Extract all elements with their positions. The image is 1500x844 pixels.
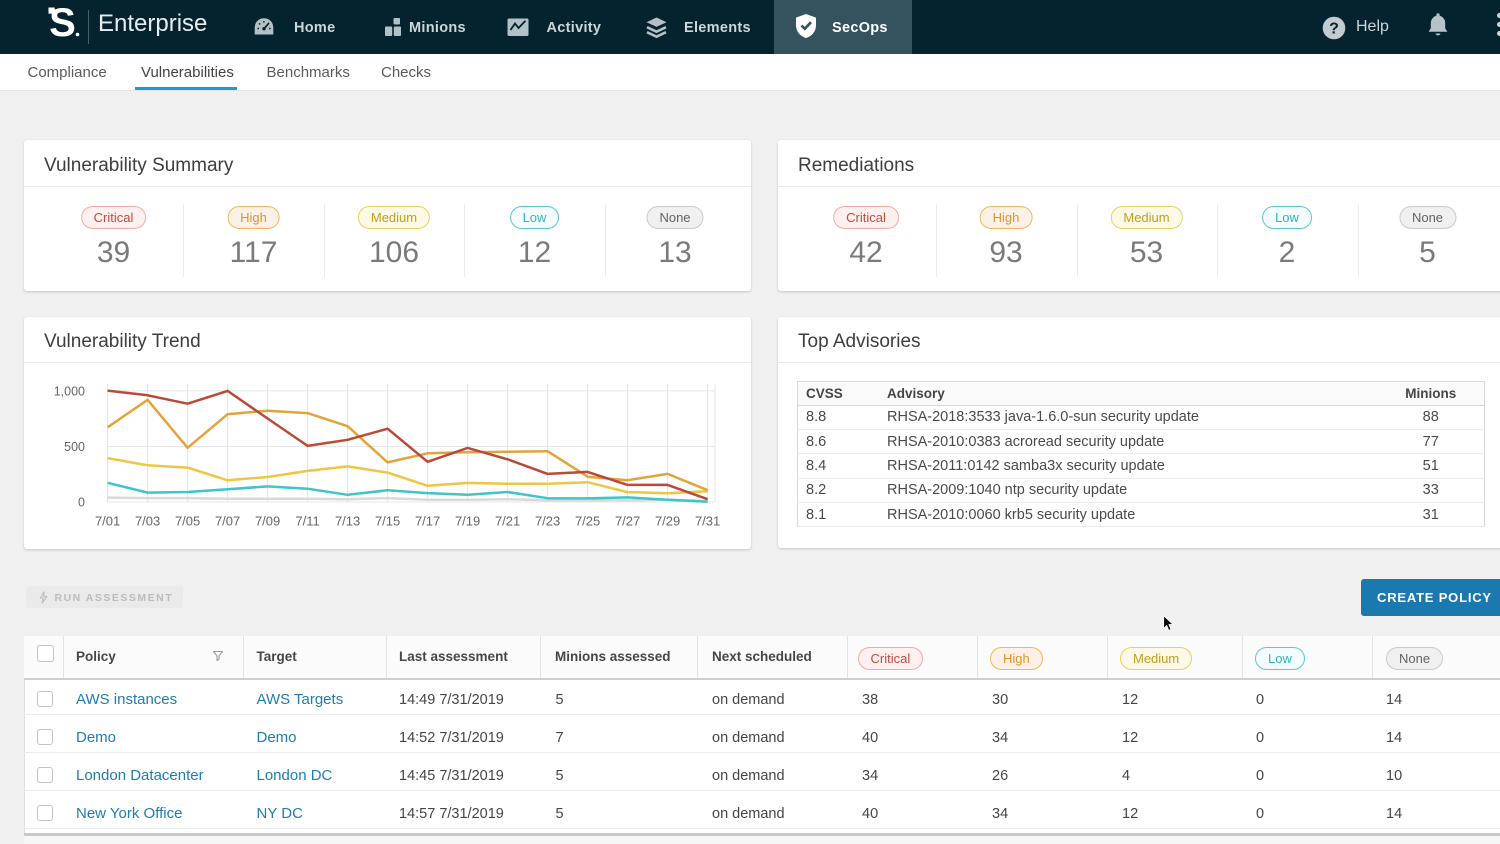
svg-text:7/07: 7/07 — [215, 513, 240, 528]
svg-text:0: 0 — [78, 495, 85, 509]
svg-text:7/15: 7/15 — [375, 513, 400, 528]
svg-text:7/19: 7/19 — [455, 513, 480, 528]
svg-text:7/11: 7/11 — [295, 513, 319, 528]
svg-text:1,000: 1,000 — [54, 384, 85, 398]
svg-text:7/03: 7/03 — [135, 513, 160, 528]
svg-text:7/25: 7/25 — [575, 513, 600, 528]
svg-text:7/29: 7/29 — [655, 513, 680, 528]
svg-text:7/01: 7/01 — [95, 513, 120, 528]
svg-text:7/05: 7/05 — [175, 513, 200, 528]
svg-text:7/21: 7/21 — [495, 513, 520, 528]
svg-text:S: S — [49, 5, 76, 41]
svg-text:7/31: 7/31 — [695, 513, 720, 528]
svg-text:7/09: 7/09 — [255, 513, 280, 528]
svg-text:7/27: 7/27 — [615, 513, 640, 528]
svg-text:500: 500 — [64, 440, 85, 454]
svg-text:7/23: 7/23 — [535, 513, 560, 528]
svg-text:7/17: 7/17 — [415, 513, 440, 528]
svg-text:7/13: 7/13 — [335, 513, 360, 528]
svg-text:?: ? — [1329, 20, 1339, 37]
